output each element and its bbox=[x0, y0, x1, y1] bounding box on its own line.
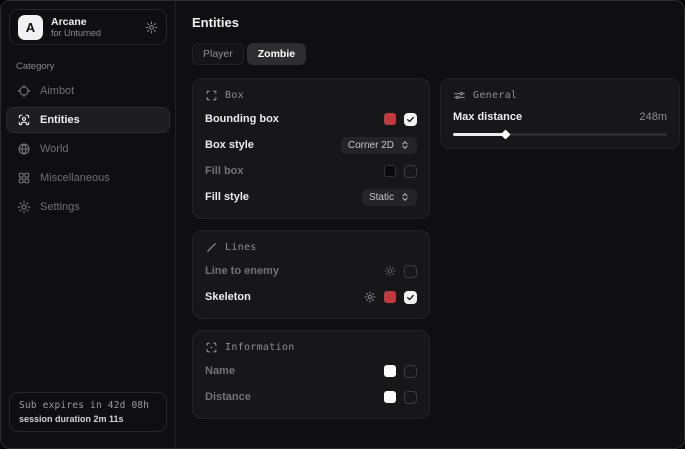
sidebar-item-entities[interactable]: Entities bbox=[6, 107, 170, 133]
slider-thumb[interactable] bbox=[501, 130, 511, 140]
sidebar-item-label: Aimbot bbox=[40, 85, 74, 97]
sidebar: A Arcane for Unturned Category A bbox=[1, 1, 176, 448]
skeleton-checkbox[interactable] bbox=[404, 291, 417, 304]
color-swatch-red[interactable] bbox=[384, 113, 396, 125]
setting-label: Fill box bbox=[205, 165, 244, 177]
general-card: General Max distance 248m bbox=[440, 78, 680, 149]
diagonal-line-icon bbox=[205, 241, 218, 254]
lines-card: Lines Line to enemy bbox=[192, 230, 430, 319]
setting-row-line-to-enemy: Line to enemy bbox=[205, 262, 417, 280]
slider-fill bbox=[453, 133, 505, 136]
sidebar-item-aimbot[interactable]: Aimbot bbox=[6, 78, 170, 104]
session-duration-text: session duration 2m 11s bbox=[19, 414, 157, 424]
app-subtitle: for Unturned bbox=[51, 28, 137, 38]
card-title: General bbox=[473, 90, 517, 101]
main-content: Entities Player Zombie Box bbox=[176, 1, 685, 448]
unfold-icon bbox=[400, 140, 410, 150]
setting-label: Fill style bbox=[205, 191, 249, 203]
setting-row-bounding-box: Bounding box bbox=[205, 110, 417, 128]
category-label: Category bbox=[16, 61, 175, 72]
box-style-dropdown[interactable]: Corner 2D bbox=[341, 137, 417, 154]
box-corners-icon bbox=[205, 89, 218, 102]
max-distance-value: 248m bbox=[639, 111, 667, 123]
setting-label: Bounding box bbox=[205, 113, 279, 125]
sidebar-nav: Aimbot Entities World bbox=[1, 78, 175, 220]
sub-expiry-text: Sub expires in 42d 08h bbox=[19, 400, 157, 411]
box-card-header: Box bbox=[205, 89, 417, 102]
app-logo: A bbox=[18, 15, 43, 40]
max-distance-row: Max distance 248m bbox=[453, 111, 667, 123]
name-checkbox[interactable] bbox=[404, 365, 417, 378]
distance-checkbox[interactable] bbox=[404, 391, 417, 404]
color-swatch-red[interactable] bbox=[384, 291, 396, 303]
general-card-header: General bbox=[453, 89, 667, 102]
person-scan-icon bbox=[17, 113, 31, 127]
row-settings-gear-icon[interactable] bbox=[364, 291, 376, 303]
fill-style-dropdown[interactable]: Static bbox=[362, 189, 417, 206]
dropdown-value: Corner 2D bbox=[348, 140, 394, 151]
max-distance-slider[interactable] bbox=[453, 133, 667, 136]
brand-text: Arcane for Unturned bbox=[51, 16, 137, 38]
setting-label: Line to enemy bbox=[205, 265, 279, 277]
tab-bar: Player Zombie bbox=[192, 43, 680, 65]
setting-label: Skeleton bbox=[205, 291, 251, 303]
sidebar-item-miscellaneous[interactable]: Miscellaneous bbox=[6, 165, 170, 191]
setting-row-name: Name bbox=[205, 362, 417, 380]
right-column: General Max distance 248m bbox=[440, 78, 680, 149]
globe-icon bbox=[17, 142, 31, 156]
sidebar-item-label: Miscellaneous bbox=[40, 172, 110, 184]
setting-row-distance: Distance bbox=[205, 388, 417, 406]
unfold-icon bbox=[400, 192, 410, 202]
setting-row-skeleton: Skeleton bbox=[205, 288, 417, 306]
card-title: Box bbox=[225, 90, 244, 101]
sidebar-item-settings[interactable]: Settings bbox=[6, 194, 170, 220]
color-swatch-white[interactable] bbox=[384, 365, 396, 377]
line-to-enemy-checkbox[interactable] bbox=[404, 265, 417, 278]
color-swatch-white[interactable] bbox=[384, 391, 396, 403]
bounding-box-checkbox[interactable] bbox=[404, 113, 417, 126]
left-column: Box Bounding box Box style bbox=[192, 78, 430, 419]
sliders-icon bbox=[453, 89, 466, 102]
setting-row-box-style: Box style Corner 2D bbox=[205, 136, 417, 154]
information-card: Information Name Distance bbox=[192, 330, 430, 419]
gear-icon bbox=[17, 200, 31, 214]
setting-row-fill-box: Fill box bbox=[205, 162, 417, 180]
brand-header: A Arcane for Unturned bbox=[9, 9, 167, 45]
setting-row-fill-style: Fill style Static bbox=[205, 188, 417, 206]
page-title: Entities bbox=[192, 15, 680, 30]
dropdown-value: Static bbox=[369, 192, 394, 203]
sidebar-item-label: Settings bbox=[40, 201, 80, 213]
color-swatch-black[interactable] bbox=[384, 165, 396, 177]
sidebar-item-label: World bbox=[40, 143, 69, 155]
tab-player[interactable]: Player bbox=[192, 43, 244, 65]
information-card-header: Information bbox=[205, 341, 417, 354]
app-window: A Arcane for Unturned Category A bbox=[0, 0, 685, 449]
subscription-info: Sub expires in 42d 08h session duration … bbox=[9, 392, 167, 432]
card-title: Lines bbox=[225, 242, 257, 253]
setting-label: Name bbox=[205, 365, 235, 377]
setting-label: Max distance bbox=[453, 111, 522, 123]
grid-icon bbox=[17, 171, 31, 185]
settings-gear-icon[interactable] bbox=[145, 21, 158, 34]
sidebar-item-world[interactable]: World bbox=[6, 136, 170, 162]
lines-card-header: Lines bbox=[205, 241, 417, 254]
settings-columns: Box Bounding box Box style bbox=[192, 78, 680, 419]
fill-box-checkbox[interactable] bbox=[404, 165, 417, 178]
tab-zombie[interactable]: Zombie bbox=[247, 43, 306, 65]
scan-dot-icon bbox=[205, 341, 218, 354]
card-title: Information bbox=[225, 342, 295, 353]
setting-label: Distance bbox=[205, 391, 251, 403]
app-name: Arcane bbox=[51, 16, 137, 28]
crosshair-icon bbox=[17, 84, 31, 98]
setting-label: Box style bbox=[205, 139, 254, 151]
box-card: Box Bounding box Box style bbox=[192, 78, 430, 219]
sidebar-item-label: Entities bbox=[40, 114, 80, 126]
row-settings-gear-icon[interactable] bbox=[384, 265, 396, 277]
